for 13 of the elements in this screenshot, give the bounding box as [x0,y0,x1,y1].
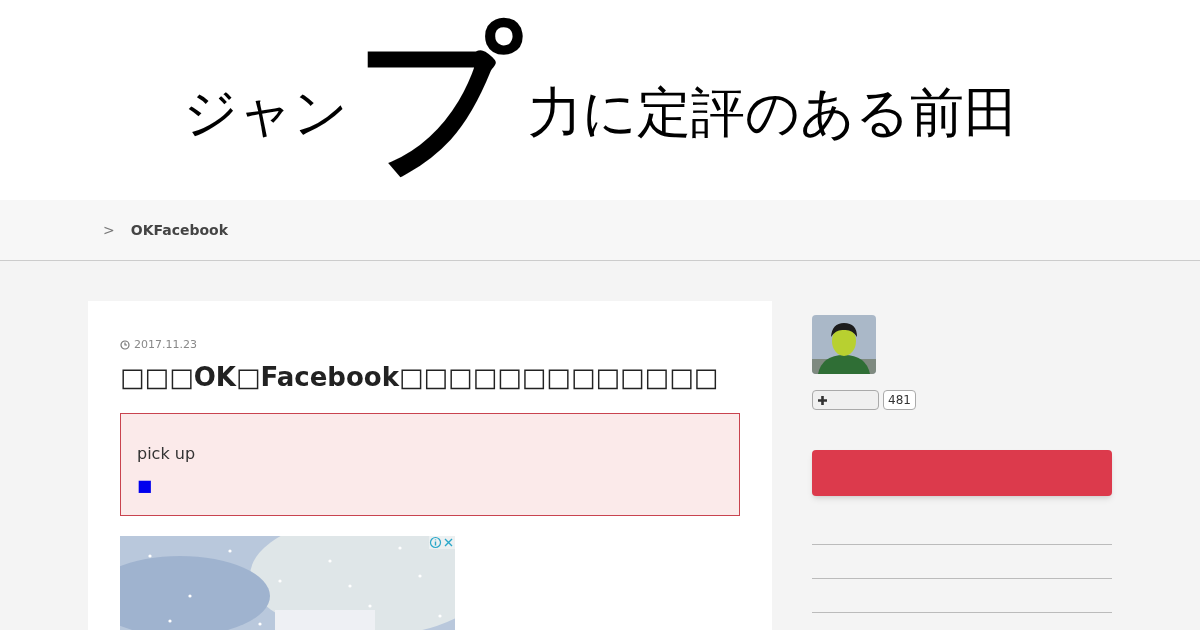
site-logo-text[interactable]: ジャン [182,71,348,153]
follow-button[interactable] [812,390,879,410]
pickup-mark: ■ [137,474,153,497]
plus-icon [817,394,828,406]
info-icon[interactable] [429,535,442,549]
follower-count: 481 [883,390,916,410]
breadcrumb-separator: > [103,221,115,240]
post-date: 2017.11.23 [134,337,197,353]
pickup-label: pick up [137,442,197,465]
breadcrumb-current: OKFacebook [130,221,229,240]
article-title: □□□OK□Facebook□□□□□□□□□□□□□ [120,360,720,394]
clock-icon [120,340,130,351]
site-logo-text[interactable]: 力に定評のある前田 [527,71,1018,153]
